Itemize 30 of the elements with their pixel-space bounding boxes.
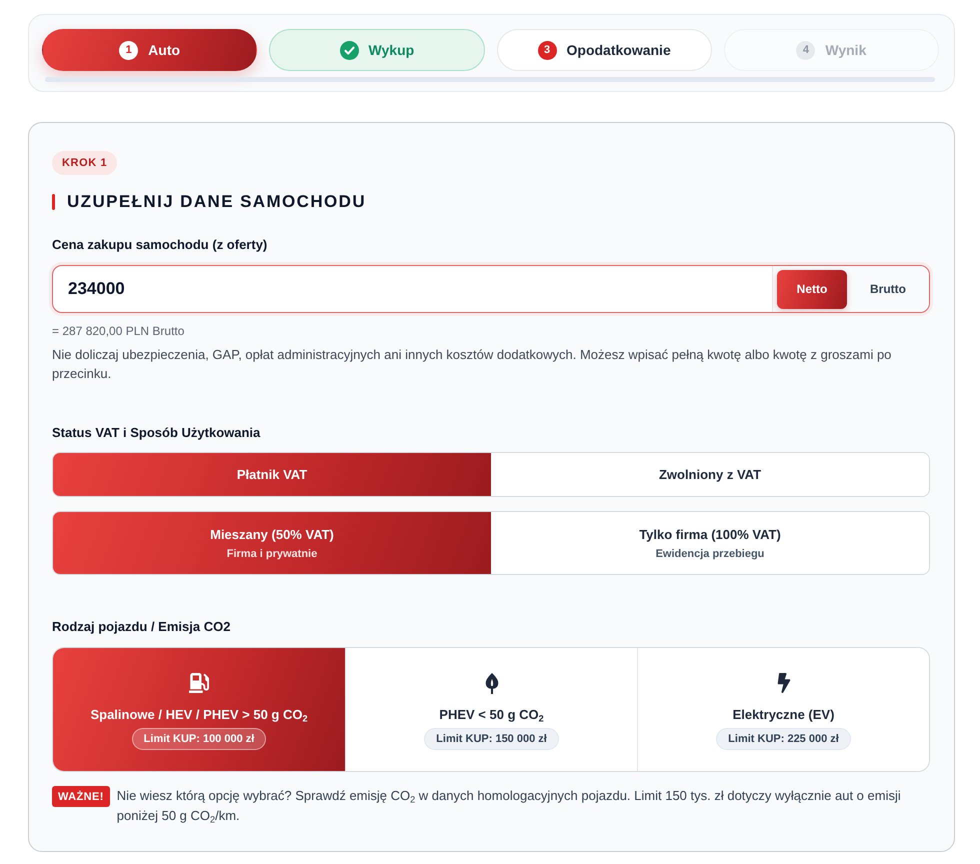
fuel-pump-icon (189, 673, 209, 693)
accent-bar (52, 194, 55, 210)
field-label: Status VAT i Sposób Użytkowania (52, 425, 262, 441)
leaf-icon (484, 672, 498, 694)
usage-option[interactable]: Mieszany (50% VAT) Firma i prywatnie (53, 512, 491, 574)
vehicle-type-option[interactable]: Spalinowe / HEV / PHEV > 50 g CO$_{2}$ Limit KUP: 100 000 zł (53, 648, 345, 771)
step-tab[interactable]: Wykup (269, 29, 484, 71)
important-badge: WAŻNE! (52, 786, 110, 807)
step-number: 1 (119, 40, 138, 60)
section-heading: UZUPEŁNIJ DANE SAMOCHODU (67, 191, 366, 213)
limit-badge: Limit KUP: 225 000 zł (716, 728, 851, 750)
step-tab[interactable]: 1 Auto (42, 29, 258, 71)
notice-text: Nie wiesz którą opcję wybrać? Sprawdź emisję CO$_{2}$ w danych homologacyjnych pojazdu. Limit 150 tys. zł dotyczy wyłącznie aut o emisji poniżej 50 g CO$_{2}$/km. (116, 787, 902, 826)
unit-option[interactable]: Brutto (853, 270, 923, 308)
limit-badge: Limit KUP: 100 000 zł (132, 728, 266, 750)
step-number: 4 (796, 40, 816, 60)
check-icon (340, 40, 359, 60)
vat-status-option[interactable]: Płatnik VAT (53, 453, 491, 496)
vehicle-type-option[interactable]: Elektryczne (EV) Limit KUP: 225 000 zł (637, 648, 929, 771)
price-input[interactable]: 234000 (53, 266, 772, 312)
hint-text: Nie doliczaj ubezpieczenia, GAP, opłat administracyjnych ani innych kosztów dodatkowych. Możesz wpisać pełną kwotę albo kwotę z groszami po przecinku. (52, 346, 892, 383)
conversion-text: = 287 820,00 PLN Brutto (52, 323, 186, 339)
unit-option[interactable]: Netto (777, 270, 847, 308)
step-number: 3 (538, 40, 556, 60)
price-field[interactable]: 234000 Netto Brutto (52, 265, 930, 313)
step-badge: KROK 1 (52, 151, 118, 175)
step-tab[interactable]: 3 Opodatkowanie (496, 29, 712, 71)
field-label: Cena zakupu samochodu (z oferty) (52, 237, 268, 253)
field-label: Rodzaj pojazdu / Emisja CO2 (52, 619, 232, 635)
limit-badge: Limit KUP: 150 000 zł (424, 728, 559, 750)
